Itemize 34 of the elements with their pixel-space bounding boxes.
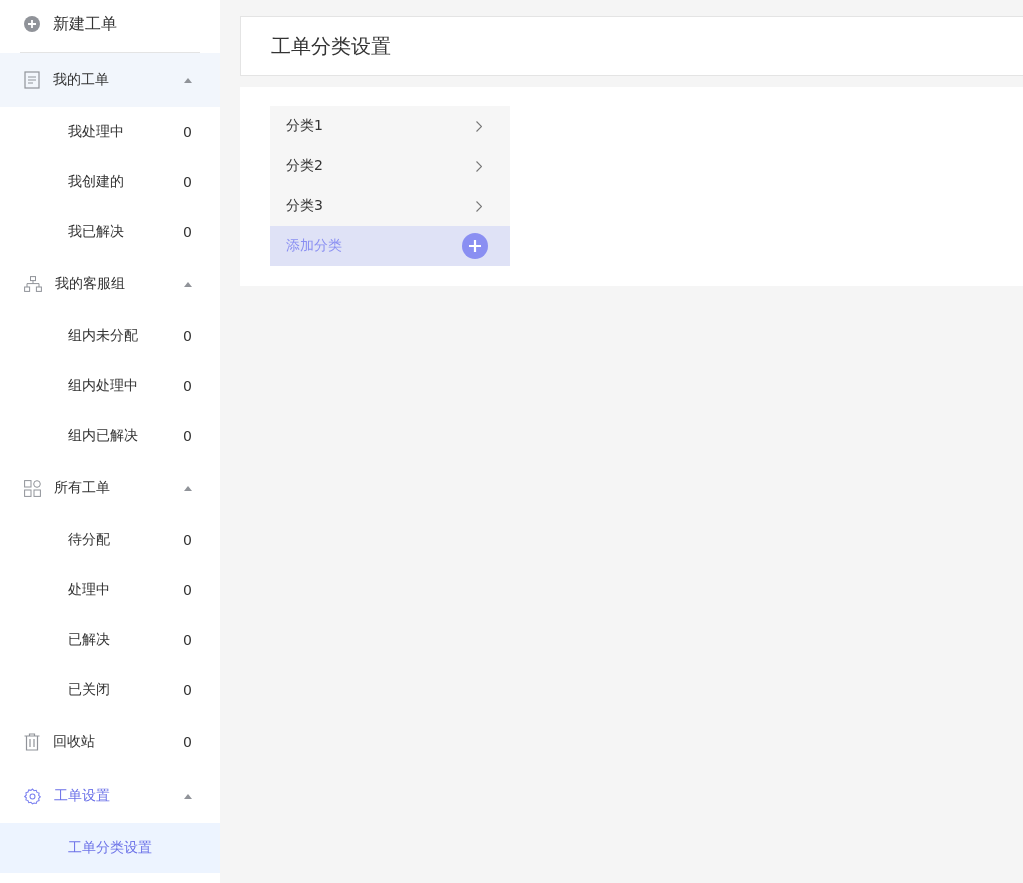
submenu-item[interactable]: 工单分类设置 xyxy=(0,823,220,873)
submenu-item[interactable]: 我已解决 0 xyxy=(0,207,220,257)
caret-icon xyxy=(184,77,192,83)
submenu-item[interactable]: 我处理中 0 xyxy=(0,107,220,157)
grid-icon xyxy=(24,479,41,497)
submenu-item[interactable]: 我创建的 0 xyxy=(0,157,220,207)
menu-item[interactable]: 回收站 0 xyxy=(0,715,220,769)
hierarchy-icon xyxy=(24,276,42,292)
menu-item[interactable]: 我的客服组 xyxy=(0,257,220,311)
category-item[interactable]: 分类3 xyxy=(270,186,510,226)
caret-icon xyxy=(184,485,192,491)
category-item[interactable]: 分类2 xyxy=(270,146,510,186)
category-item[interactable]: 分类1 xyxy=(270,106,510,146)
caret-icon xyxy=(184,281,192,287)
menu-item[interactable]: 我的工单 xyxy=(0,53,220,107)
submenu-item[interactable]: 处理中 0 xyxy=(0,565,220,615)
submenu-item[interactable]: 待分配 0 xyxy=(0,515,220,565)
settings-icon xyxy=(24,787,41,805)
document-icon xyxy=(24,71,40,89)
chevron-right-icon xyxy=(476,200,482,212)
menu-item[interactable]: 工单设置 xyxy=(0,769,220,823)
page-title: 工单分类设置 xyxy=(271,32,391,60)
chevron-right-icon xyxy=(476,120,482,132)
menu-item[interactable]: 所有工单 xyxy=(0,461,220,515)
plus-circle-icon xyxy=(24,16,40,32)
submenu-item[interactable]: 已关闭 0 xyxy=(0,665,220,715)
submenu-item[interactable]: 组内处理中 0 xyxy=(0,361,220,411)
submenu-item[interactable]: 已解决 0 xyxy=(0,615,220,665)
submenu-item[interactable]: 组内未分配 0 xyxy=(0,311,220,361)
caret-icon xyxy=(184,793,192,799)
trash-icon xyxy=(24,733,40,751)
plus-circle-icon xyxy=(462,233,488,259)
submenu-item[interactable]: 组内已解决 0 xyxy=(0,411,220,461)
chevron-right-icon xyxy=(476,160,482,172)
